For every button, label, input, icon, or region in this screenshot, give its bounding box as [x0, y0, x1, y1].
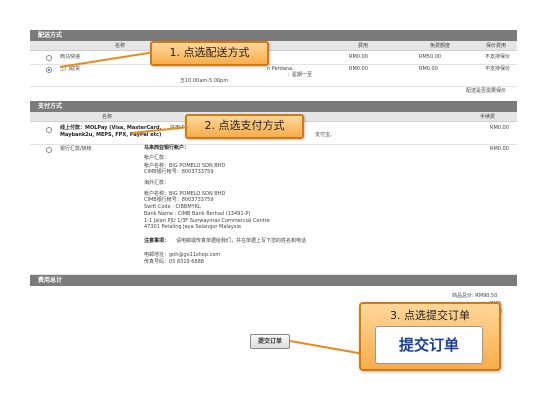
shipping-insure-1: 不支持保价: [485, 54, 511, 60]
shipping-row-1[interactable]: 西马快递 RM0.00 RM50.00 不支持保价: [30, 51, 517, 65]
callout-step2-text: 2. 点选支付方式: [204, 119, 285, 132]
payment-section-header: 支付方式: [30, 101, 517, 112]
shipping-section-header: 配送方式: [30, 30, 517, 41]
shipping-insure-note: 配送是否需要保价: [466, 88, 507, 94]
submit-order-big-button[interactable]: 提交订单: [375, 326, 483, 364]
bank-note-label: 注意事项：: [144, 238, 170, 244]
shipping-free-2: RM0.00: [419, 66, 438, 72]
bank-acct-1: CIMB银行帐号：8003733759: [144, 169, 214, 175]
payment-fee-1: RM0.00: [490, 125, 509, 131]
payment-fee-2: RM0.00: [490, 146, 509, 152]
bank-overseas-label: 海外汇款：: [144, 180, 170, 186]
payment-section-title: 支付方式: [38, 103, 63, 110]
payment-name-2: 银行汇款/转帐: [60, 146, 92, 152]
payment-radio-1[interactable]: [46, 127, 52, 133]
shipping-fee-2: RM0.00: [349, 66, 368, 72]
shipping-desc-2b: ：星期一至: [287, 72, 313, 78]
totals-section-title: 费用总计: [38, 277, 63, 284]
totals-goods: 商品总价: RM90.50: [452, 293, 498, 299]
bank-swift: Swift Code : CIBBMYKL: [144, 204, 201, 210]
payment-name-1b: Maybank2u, MEPS, FPX, PayPal etc): [60, 132, 162, 138]
bank-email: 电邮地址：goh@go11shop.com: [144, 252, 221, 258]
callout-step3: 3. 点选提交订单 提交订单: [359, 302, 501, 371]
shipping-col-insure: 保价费用: [486, 43, 507, 49]
shipping-col-name: 名称: [115, 43, 126, 49]
bank-account-label: 帐户汇款：: [144, 155, 170, 161]
payment-col-fee: 手续费: [480, 114, 496, 120]
shipping-radio-1[interactable]: [46, 55, 52, 61]
shipping-section-title: 配送方式: [38, 32, 63, 39]
shipping-col-fee: 费用: [358, 43, 369, 49]
totals-section-header: 费用总计: [30, 275, 517, 286]
shipping-column-header: 名称 费用 免费额度 保价费用: [30, 41, 517, 51]
shipping-radio-2[interactable]: [46, 67, 52, 73]
shipping-desc-2c: 五10.00am-5.00pm: [180, 78, 229, 84]
payment-radio-2[interactable]: [46, 147, 52, 153]
callout-step1-text: 1. 点选配送方式: [169, 46, 250, 59]
bank-addr-2: 47301 Petaling Jaya Selangor Malaysia: [144, 224, 241, 230]
bank-bank-name: Bank Name : CIMB Bank Berhad (13491-P): [144, 211, 251, 217]
shipping-insure-2: 不支持保价: [485, 66, 511, 72]
payment-row-2[interactable]: 银行汇款/转帐 RM0.00: [30, 144, 517, 275]
bank-fax: 传真号码：03 8319 6688: [144, 259, 204, 265]
shipping-row-2[interactable]: 上门取货 n Perdana, ：星期一至 五10.00am-5.00pm RM…: [30, 64, 517, 87]
bank-heading: 马来西亚银行帐户：: [144, 145, 190, 151]
callout-step1: 1. 点选配送方式: [150, 41, 269, 66]
payment-col-name: 名称: [102, 114, 113, 120]
shipping-name-1: 西马快递: [60, 54, 81, 60]
bank-note: 请电邮或传真单据给我们，并在单据上写下您的姓名和电话: [176, 238, 307, 244]
callout-step3-text: 3. 点选提交订单: [390, 309, 470, 322]
shipping-col-free: 免费额度: [430, 43, 451, 49]
shipping-free-1: RM50.00: [419, 54, 442, 60]
shipping-fee-1: RM0.00: [349, 54, 368, 60]
callout-step2: 2. 点选支付方式: [185, 114, 304, 139]
bank-acct-2: CIMB银行帐号：8003733759: [144, 197, 214, 203]
payment-desc-1-tail: 支付宝。: [315, 132, 336, 138]
submit-order-button[interactable]: 提交订单: [250, 334, 290, 349]
